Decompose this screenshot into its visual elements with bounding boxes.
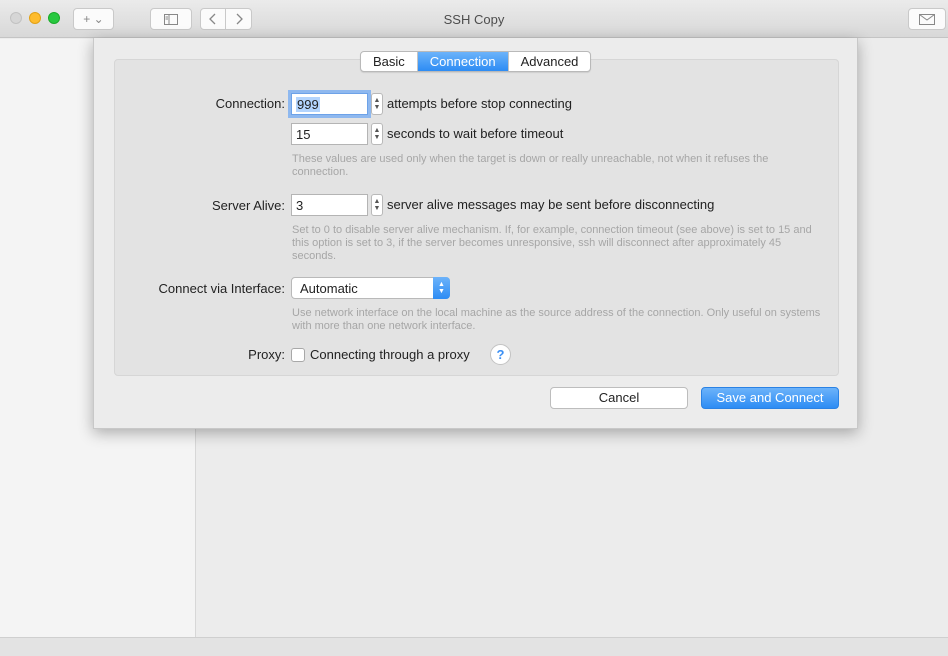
settings-box: Connection: 999 ▲ ▼ attempts before stop … [114, 59, 839, 376]
timeout-text: seconds to wait before timeout [387, 126, 564, 141]
timeout-value: 15 [296, 127, 311, 142]
server-alive-label: Server Alive: [212, 198, 285, 213]
proxy-checkbox[interactable] [291, 348, 305, 362]
attempts-value: 999 [296, 97, 320, 112]
envelope-icon [919, 13, 935, 25]
window-title: SSH Copy [443, 12, 505, 27]
interface-selected: Automatic [300, 281, 358, 296]
mail-button[interactable] [908, 8, 946, 30]
interface-help: Use network interface on the local machi… [292, 307, 821, 332]
timeout-stepper[interactable]: ▲ ▼ [371, 123, 383, 145]
tab-basic[interactable]: Basic [361, 52, 418, 71]
attempts-stepper[interactable]: ▲ ▼ [371, 93, 383, 115]
timeout-field[interactable]: 15 [291, 123, 368, 145]
cancel-button[interactable]: Cancel [550, 387, 688, 409]
interface-popup[interactable]: Automatic ▲ ▼ [291, 277, 450, 299]
help-icon[interactable]: ? [490, 344, 511, 365]
attempts-field[interactable]: 999 [291, 93, 368, 115]
save-and-connect-button[interactable]: Save and Connect [701, 387, 839, 409]
server-alive-value: 3 [296, 198, 304, 213]
proxy-label: Proxy: [248, 347, 285, 362]
connection-settings-sheet: Connection: 999 ▲ ▼ attempts before stop … [93, 38, 858, 429]
title-bar: + ⌄ SSH Copy [0, 0, 948, 38]
server-alive-stepper[interactable]: ▲ ▼ [371, 194, 383, 216]
server-alive-help: Set to 0 to disable server alive mechani… [292, 224, 812, 262]
tab-advanced[interactable]: Advanced [509, 52, 591, 71]
server-alive-text: server alive messages may be sent before… [387, 197, 715, 212]
connection-help: These values are used only when the targ… [292, 153, 769, 178]
proxy-checkbox-label[interactable]: Connecting through a proxy [310, 347, 470, 362]
attempts-text: attempts before stop connecting [387, 96, 573, 111]
status-bar [0, 637, 948, 656]
settings-tabs: Basic Connection Advanced [360, 51, 592, 72]
interface-label: Connect via Interface: [158, 281, 285, 296]
tab-connection[interactable]: Connection [417, 52, 509, 71]
connection-label: Connection: [215, 96, 285, 111]
chevron-up-down-icon: ▲ ▼ [433, 277, 450, 299]
server-alive-field[interactable]: 3 [291, 194, 368, 216]
